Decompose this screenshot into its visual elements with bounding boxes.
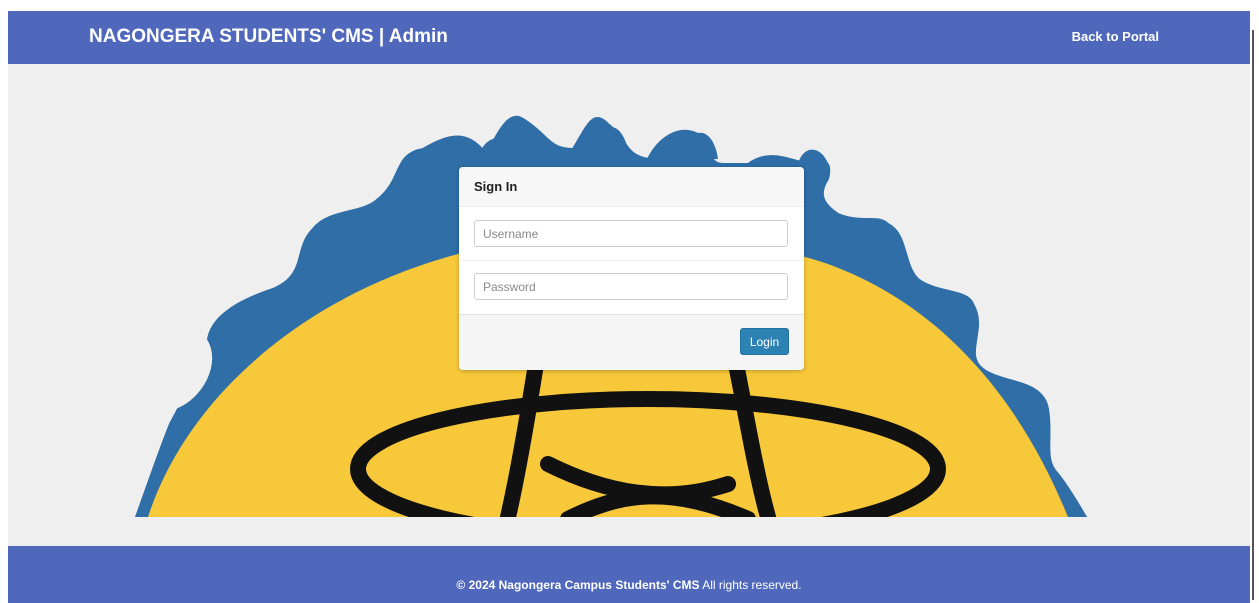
- field-divider: [459, 260, 804, 261]
- copyright-rest: All rights reserved.: [699, 578, 802, 592]
- password-input[interactable]: [474, 273, 788, 300]
- login-button[interactable]: Login: [740, 328, 789, 355]
- page-footer: © 2024 Nagongera Campus Students' CMS Al…: [8, 546, 1250, 603]
- back-to-portal-link[interactable]: Back to Portal: [1072, 28, 1159, 46]
- window-edge: [1252, 30, 1254, 600]
- page: NAGONGERA STUDENTS' CMS | Admin Back to …: [8, 11, 1250, 603]
- copyright-text: © 2024 Nagongera Campus Students' CMS Al…: [8, 577, 1250, 593]
- login-card-header: Sign In: [459, 167, 804, 207]
- sign-in-title: Sign In: [474, 179, 518, 194]
- copyright-bold: © 2024 Nagongera Campus Students' CMS: [456, 578, 700, 592]
- top-navbar: NAGONGERA STUDENTS' CMS | Admin Back to …: [8, 11, 1250, 64]
- username-input[interactable]: [474, 220, 788, 247]
- login-card: Sign In Login: [459, 167, 804, 370]
- login-card-footer: Login: [459, 314, 804, 370]
- brand-title[interactable]: NAGONGERA STUDENTS' CMS | Admin: [89, 25, 448, 49]
